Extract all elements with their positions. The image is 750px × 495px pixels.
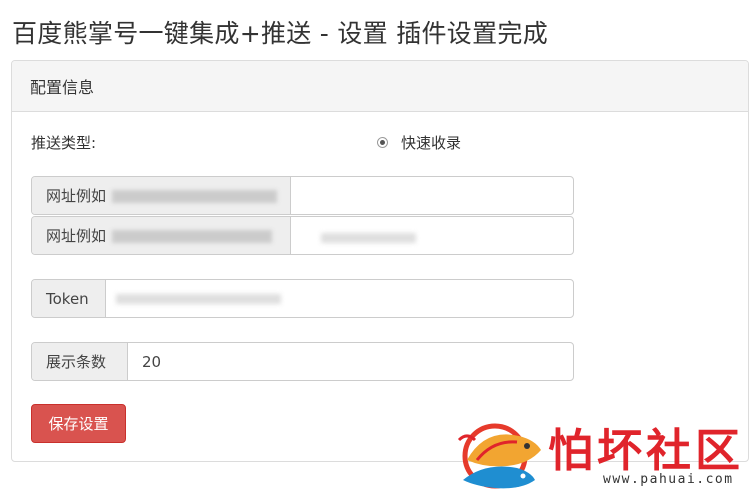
redacted-text — [116, 294, 281, 304]
url-field-1-label-addon: 网址例如 — [32, 177, 291, 214]
redacted-text — [112, 230, 272, 243]
redacted-text — [112, 190, 277, 203]
redacted-text — [321, 233, 416, 243]
page-title: 百度熊掌号一键集成+推送 - 设置 插件设置完成 — [12, 19, 549, 48]
count-label: 展示条数 — [46, 353, 107, 371]
url-field-2-input[interactable] — [291, 217, 573, 254]
panel-heading: 配置信息 — [12, 61, 748, 112]
push-option-radio[interactable]: 快速收录 — [377, 132, 461, 153]
watermark: 怕坏社区 www.pahuai.com — [455, 410, 745, 492]
count-input[interactable]: 20 — [128, 343, 573, 380]
url-field-2-group: 网址例如 — [31, 216, 574, 255]
url-field-1-label: 网址例如 — [46, 187, 107, 205]
fish-logo-icon — [457, 423, 541, 489]
push-option-label: 快速收录 — [401, 134, 462, 152]
token-label: Token — [46, 289, 89, 308]
url-field-2-label-addon: 网址例如 — [32, 217, 291, 254]
url-field-2-label: 网址例如 — [46, 227, 107, 245]
url-field-1-group: 网址例如 — [31, 176, 574, 215]
token-field-group: Token — [31, 279, 574, 318]
push-type-label: 推送类型: — [31, 134, 97, 152]
count-field-group: 展示条数 20 — [31, 342, 574, 381]
config-panel: 配置信息 推送类型: 快速收录 网址例如 网址例如 Token 展示条数 20 … — [11, 60, 749, 462]
url-field-1-input[interactable] — [291, 177, 573, 214]
token-label-addon: Token — [32, 280, 106, 317]
save-button[interactable]: 保存设置 — [31, 404, 126, 443]
radio-selected-icon[interactable] — [377, 137, 388, 148]
token-input[interactable] — [106, 280, 573, 317]
watermark-brand: 怕坏社区 — [548, 424, 745, 477]
count-label-addon: 展示条数 — [32, 343, 128, 380]
watermark-url: www.pahuai.com — [603, 472, 734, 487]
